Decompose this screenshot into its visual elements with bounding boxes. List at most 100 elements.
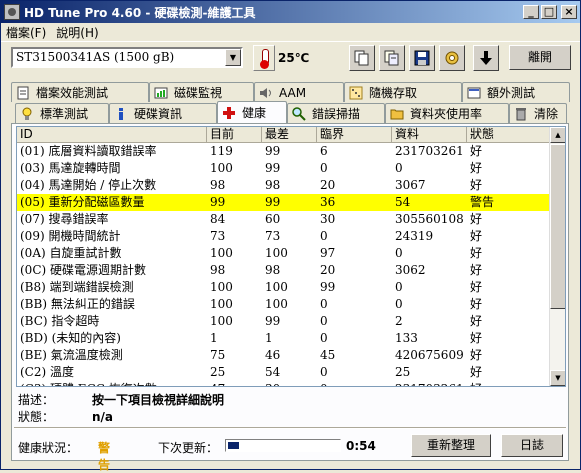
column-header[interactable]: 最差 xyxy=(262,127,317,142)
table-row[interactable]: (0A) 自旋重試計數 100 100 97 0 好 xyxy=(17,245,565,262)
column-header[interactable]: 狀態 xyxy=(467,127,547,142)
health-status: 健康狀況： 警告 xyxy=(18,439,110,472)
health-value: 警告 xyxy=(98,441,111,472)
table-cell: (C2) 溫度 xyxy=(20,365,74,379)
table-cell: 98 xyxy=(210,263,226,277)
copy-button[interactable] xyxy=(349,45,375,71)
refresh-button[interactable]: 重新整理 xyxy=(411,434,491,457)
tab-random-access[interactable]: 隨機存取 xyxy=(344,82,462,102)
column-header[interactable]: 目前 xyxy=(207,127,262,142)
table-cell: 20 xyxy=(320,263,336,277)
table-cell: 好 xyxy=(470,229,483,243)
table-cell: 100 xyxy=(210,280,233,294)
save-button[interactable] xyxy=(409,45,435,71)
copy-all-button[interactable] xyxy=(379,45,405,71)
table-cell: 97 xyxy=(320,246,336,260)
scroll-thumb[interactable] xyxy=(550,144,565,309)
table-cell: 119 xyxy=(210,144,233,158)
main-window: HD Tune Pro 4.60 - 硬碟檢測-維護工具 _ □ × 檔案(F)… xyxy=(0,0,581,472)
tab-label: 硬碟資訊 xyxy=(134,107,183,121)
table-row[interactable]: (0C) 硬碟電源週期計數 98 98 20 3062 好 xyxy=(17,262,565,279)
drive-select[interactable]: ST31500341AS (1500 gB) ▼ xyxy=(11,47,243,68)
table-cell: 好 xyxy=(470,365,483,379)
log-button[interactable]: 日誌 xyxy=(501,434,563,457)
maximize-button[interactable]: □ xyxy=(541,5,557,19)
table-row[interactable]: (BB) 無法糾正的錯誤 100 100 0 0 好 xyxy=(17,296,565,313)
tab-label: 資料夾使用率 xyxy=(410,107,483,121)
menu-help[interactable]: 說明(H) xyxy=(51,24,103,41)
table-row[interactable]: (B8) 端到端錯誤檢測 100 100 99 0 好 xyxy=(17,279,565,296)
table-cell: 0 xyxy=(317,381,392,386)
table-row[interactable]: (09) 開機時間統計 73 73 0 24319 好 xyxy=(17,228,565,245)
table-row[interactable]: (04) 馬達開始 / 停止次數 98 98 20 3067 好 xyxy=(17,177,565,194)
minimize-button[interactable]: _ xyxy=(523,5,539,19)
table-row[interactable]: (C2) 溫度 25 54 0 25 好 xyxy=(17,364,565,381)
title-bar[interactable]: HD Tune Pro 4.60 - 硬碟檢測-維護工具 _ □ × xyxy=(1,1,580,23)
progress-fill xyxy=(228,442,239,449)
temperature-value: 25℃ xyxy=(278,51,310,65)
table-cell: 99 xyxy=(265,314,281,328)
copy-all-icon xyxy=(384,50,399,66)
table-cell: 133 xyxy=(395,331,418,345)
table-cell: 73 xyxy=(210,229,226,243)
table-cell: 0 xyxy=(395,246,403,260)
table-cell: (BB) 無法糾正的錯誤 xyxy=(20,297,135,311)
tab-label: 錯誤掃描 xyxy=(312,107,361,121)
tab-folder[interactable]: 資料夾使用率 xyxy=(385,103,509,123)
table-cell: 30 xyxy=(320,212,336,226)
table-row[interactable]: (BC) 指令超時 100 99 0 2 好 xyxy=(17,313,565,330)
table-cell: 60 xyxy=(265,212,281,226)
speaker-icon xyxy=(260,87,271,98)
vertical-scrollbar[interactable]: ▲ ▼ xyxy=(549,127,565,386)
table-cell: 100 xyxy=(210,297,233,311)
tab-speaker[interactable]: AAM xyxy=(254,82,344,102)
table-row[interactable]: (C3) 硬體 ECC 恢復次數47300231703261好 xyxy=(17,381,565,386)
column-header[interactable]: 臨界 xyxy=(317,127,392,142)
scroll-up-icon[interactable]: ▲ xyxy=(550,127,565,143)
arrow-down-icon xyxy=(480,51,492,65)
tab-trash[interactable]: 清除 xyxy=(509,103,567,123)
table-row[interactable]: (07) 搜尋錯誤率 84 60 30 305560108 好 xyxy=(17,211,565,228)
table-row[interactable]: (BD) (未知的內容) 1 1 0 133 好 xyxy=(17,330,565,347)
gear-icon xyxy=(445,51,459,65)
column-header[interactable]: 資料 xyxy=(392,127,467,142)
table-row[interactable]: (01) 底層資料讀取錯誤率 119 99 6 231703261 好 xyxy=(17,143,565,160)
close-button[interactable]: × xyxy=(561,5,577,19)
column-header[interactable]: ID xyxy=(17,127,207,142)
scroll-down-icon[interactable]: ▼ xyxy=(550,370,565,386)
down-arrow-button[interactable] xyxy=(473,45,499,71)
table-cell: 3062 xyxy=(395,263,426,277)
tab-magnifier[interactable]: 錯誤掃描 xyxy=(287,103,385,123)
table-body: (01) 底層資料讀取錯誤率 119 99 6 231703261 好 (03) 馬達旋轉時… xyxy=(17,143,565,386)
next-update-label: 下次更新： xyxy=(158,441,219,455)
tab-disk-monitor[interactable]: 磁碟監視 xyxy=(149,82,254,102)
table-cell: 好 xyxy=(470,348,483,362)
table-cell: 231703261 xyxy=(392,381,467,386)
tab-info[interactable]: 硬碟資訊 xyxy=(109,103,217,123)
tab-lightbulb[interactable]: 標準測試 xyxy=(15,103,109,123)
options-button[interactable] xyxy=(439,45,465,71)
tab-label: 健康 xyxy=(242,106,267,120)
folder-icon xyxy=(390,109,404,119)
tab-extra-tests[interactable]: 額外測試 xyxy=(462,82,570,102)
table-cell: 75 xyxy=(210,348,226,362)
exit-button[interactable]: 離開 xyxy=(509,45,571,70)
table-row[interactable]: (05) 重新分配磁區數量 99 99 36 54 警告 xyxy=(17,194,565,211)
dropdown-arrow-icon[interactable]: ▼ xyxy=(225,49,241,66)
disk-monitor-icon xyxy=(154,87,168,98)
table-cell: (C3) 硬體 ECC 恢復次數 xyxy=(17,381,207,386)
table-row[interactable]: (BE) 氣流溫度檢測 75 46 45 420675609 好 xyxy=(17,347,565,364)
menu-file[interactable]: 檔案(F) xyxy=(1,24,51,41)
table-header: ID 目前 最差 臨界 資料 狀態 xyxy=(17,127,565,143)
copy-icon xyxy=(354,50,369,66)
table-cell: 231703261 xyxy=(395,144,464,158)
floppy-disk-icon xyxy=(414,50,430,66)
tab-file-benchmark[interactable]: 檔案效能測試 xyxy=(11,82,149,102)
tab-health-cross[interactable]: 健康 xyxy=(217,101,287,123)
table-row[interactable]: (03) 馬達旋轉時間 100 99 0 0 好 xyxy=(17,160,565,177)
drive-select-value: ST31500341AS (1500 gB) xyxy=(16,50,175,64)
table-cell: 0 xyxy=(395,280,403,294)
table-cell: (07) 搜尋錯誤率 xyxy=(20,212,109,226)
window-title: HD Tune Pro 4.60 - 硬碟檢測-維護工具 xyxy=(24,5,256,20)
description-value: 按一下項目檢視詳細說明 xyxy=(92,393,225,407)
